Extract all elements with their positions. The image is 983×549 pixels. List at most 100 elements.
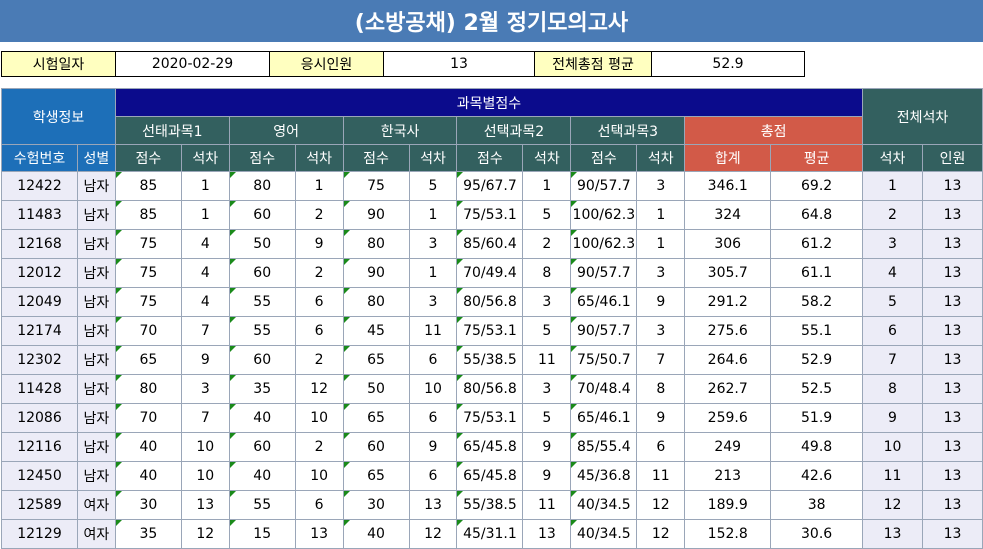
history-rank-cell[interactable]: 6 — [408, 345, 458, 375]
people-cell[interactable]: 13 — [921, 519, 983, 549]
subject1-rank-cell[interactable]: 3 — [180, 374, 230, 404]
english-score-cell[interactable]: 60 — [228, 200, 296, 230]
subject2-score-cell[interactable]: 80/56.8 — [456, 374, 524, 404]
people-cell[interactable]: 13 — [921, 345, 983, 375]
history-rank-cell[interactable]: 6 — [408, 403, 458, 433]
subject2-rank-cell[interactable]: 5 — [522, 316, 572, 346]
english-rank-cell[interactable]: 13 — [294, 519, 344, 549]
history-rank-cell[interactable]: 9 — [408, 432, 458, 462]
history-score-cell[interactable]: 45 — [342, 316, 410, 346]
history-score-cell[interactable]: 50 — [342, 374, 410, 404]
subject3-rank-cell[interactable]: 1 — [636, 229, 686, 259]
subject3-score-cell[interactable]: 75/50.7 — [570, 345, 638, 375]
history-rank-column-header[interactable]: 석차 — [408, 144, 458, 172]
history-rank-cell[interactable]: 3 — [408, 229, 458, 259]
total-sum-cell[interactable]: 189.9 — [684, 490, 772, 520]
history-score-cell[interactable]: 75 — [342, 171, 410, 201]
subject3-score-cell[interactable]: 65/46.1 — [570, 403, 638, 433]
history-score-column-header[interactable]: 점수 — [342, 144, 410, 172]
total-average-column-header[interactable]: 평균 — [770, 144, 864, 172]
history-score-cell[interactable]: 65 — [342, 345, 410, 375]
exam-number-cell[interactable]: 11428 — [1, 374, 78, 404]
english-score-cell[interactable]: 80 — [228, 171, 296, 201]
english-score-cell[interactable]: 50 — [228, 229, 296, 259]
gender-cell[interactable]: 남자 — [76, 432, 116, 462]
people-cell[interactable]: 13 — [921, 374, 983, 404]
total-average-cell[interactable]: 69.2 — [770, 171, 864, 201]
english-rank-cell[interactable]: 2 — [294, 200, 344, 230]
subject3-rank-cell[interactable]: 3 — [636, 258, 686, 288]
total-average-cell[interactable]: 58.2 — [770, 287, 864, 317]
english-rank-cell[interactable]: 12 — [294, 374, 344, 404]
total-sum-cell[interactable]: 291.2 — [684, 287, 772, 317]
subject2-rank-cell[interactable]: 8 — [522, 258, 572, 288]
subject1-score-cell[interactable]: 80 — [114, 374, 182, 404]
subject1-score-cell[interactable]: 40 — [114, 432, 182, 462]
subject1-score-cell[interactable]: 75 — [114, 229, 182, 259]
subject3-score-cell[interactable]: 70/48.4 — [570, 374, 638, 404]
overall-rank-cell[interactable]: 10 — [862, 432, 923, 462]
total-sum-cell[interactable]: 346.1 — [684, 171, 772, 201]
total-average-cell[interactable]: 52.9 — [770, 345, 864, 375]
subject3-rank-cell[interactable]: 8 — [636, 374, 686, 404]
overall-rank-cell[interactable]: 6 — [862, 316, 923, 346]
gender-cell[interactable]: 여자 — [76, 519, 116, 549]
subject2-rank-cell[interactable]: 1 — [522, 171, 572, 201]
english-score-cell[interactable]: 55 — [228, 490, 296, 520]
subject2-rank-column-header[interactable]: 석차 — [522, 144, 572, 172]
exam-number-cell[interactable]: 12589 — [1, 490, 78, 520]
overall-rank-cell[interactable]: 12 — [862, 490, 923, 520]
exam-number-cell[interactable]: 12086 — [1, 403, 78, 433]
exam-number-cell[interactable]: 12012 — [1, 258, 78, 288]
subject3-score-column-header[interactable]: 점수 — [570, 144, 638, 172]
subject3-rank-cell[interactable]: 12 — [636, 490, 686, 520]
subject1-rank-cell[interactable]: 1 — [180, 200, 230, 230]
exam-number-cell[interactable]: 11483 — [1, 200, 78, 230]
overall-rank-cell[interactable]: 13 — [862, 519, 923, 549]
people-column-header[interactable]: 인원 — [921, 144, 983, 172]
english-score-cell[interactable]: 55 — [228, 316, 296, 346]
total-sum-column-header[interactable]: 합계 — [684, 144, 772, 172]
history-rank-cell[interactable]: 13 — [408, 490, 458, 520]
history-score-cell[interactable]: 60 — [342, 432, 410, 462]
overall-rank-cell[interactable]: 2 — [862, 200, 923, 230]
history-rank-cell[interactable]: 11 — [408, 316, 458, 346]
subject3-rank-cell[interactable]: 6 — [636, 432, 686, 462]
people-cell[interactable]: 13 — [921, 490, 983, 520]
subject2-score-cell[interactable]: 75/53.1 — [456, 200, 524, 230]
people-cell[interactable]: 13 — [921, 403, 983, 433]
people-cell[interactable]: 13 — [921, 316, 983, 346]
english-rank-cell[interactable]: 2 — [294, 345, 344, 375]
subject1-score-cell[interactable]: 70 — [114, 403, 182, 433]
subject1-rank-cell[interactable]: 10 — [180, 432, 230, 462]
subject2-score-cell[interactable]: 55/38.5 — [456, 345, 524, 375]
subject3-score-cell[interactable]: 85/55.4 — [570, 432, 638, 462]
subject1-rank-cell[interactable]: 4 — [180, 229, 230, 259]
people-cell[interactable]: 13 — [921, 461, 983, 491]
subject3-score-cell[interactable]: 40/34.5 — [570, 519, 638, 549]
total-average-cell[interactable]: 51.9 — [770, 403, 864, 433]
total-average-cell[interactable]: 61.1 — [770, 258, 864, 288]
english-score-cell[interactable]: 60 — [228, 432, 296, 462]
subject3-rank-cell[interactable]: 3 — [636, 171, 686, 201]
total-average-cell[interactable]: 61.2 — [770, 229, 864, 259]
gender-cell[interactable]: 남자 — [76, 374, 116, 404]
english-score-cell[interactable]: 60 — [228, 258, 296, 288]
subject1-score-cell[interactable]: 75 — [114, 287, 182, 317]
history-score-cell[interactable]: 40 — [342, 519, 410, 549]
subject2-score-cell[interactable]: 75/53.1 — [456, 316, 524, 346]
exam-number-cell[interactable]: 12450 — [1, 461, 78, 491]
total-average-cell[interactable]: 52.5 — [770, 374, 864, 404]
gender-cell[interactable]: 남자 — [76, 229, 116, 259]
subject2-score-cell[interactable]: 80/56.8 — [456, 287, 524, 317]
subject1-rank-cell[interactable]: 7 — [180, 403, 230, 433]
history-rank-cell[interactable]: 6 — [408, 461, 458, 491]
english-rank-cell[interactable]: 2 — [294, 432, 344, 462]
english-rank-cell[interactable]: 9 — [294, 229, 344, 259]
overall-rank-cell[interactable]: 4 — [862, 258, 923, 288]
subject3-score-cell[interactable]: 90/57.7 — [570, 258, 638, 288]
total-average-cell[interactable]: 55.1 — [770, 316, 864, 346]
exam-number-cell[interactable]: 12174 — [1, 316, 78, 346]
history-rank-cell[interactable]: 10 — [408, 374, 458, 404]
subject1-score-cell[interactable]: 30 — [114, 490, 182, 520]
